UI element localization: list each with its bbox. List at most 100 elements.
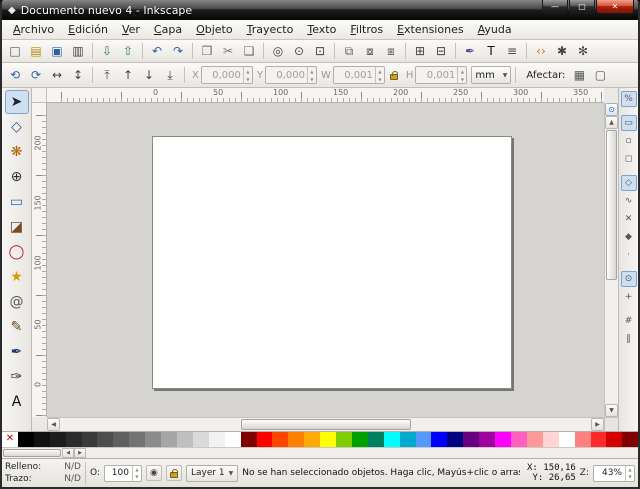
align-dialog-button[interactable]: ≡	[502, 42, 522, 61]
palette-swatch-19[interactable]	[304, 432, 320, 447]
sticky-zoom-button[interactable]: ⊙	[605, 103, 618, 116]
palette-swatch-2[interactable]	[34, 432, 50, 447]
palette-swatch-31[interactable]	[495, 432, 511, 447]
palette-swatch-38[interactable]	[606, 432, 622, 447]
menu-item-texto[interactable]: Texto	[300, 21, 343, 38]
print-document-button[interactable]: ▥	[68, 42, 88, 61]
palette-swatch-22[interactable]	[352, 432, 368, 447]
horizontal-scroll-thumb[interactable]	[241, 419, 411, 430]
palette-swatch-26[interactable]	[416, 432, 432, 447]
horizontal-scrollbar[interactable]: ◀ ▶	[47, 417, 604, 431]
raise-to-top-button[interactable]: ⤒	[97, 66, 117, 85]
menu-item-archivo[interactable]: Archivo	[6, 21, 61, 38]
document-page[interactable]	[152, 136, 512, 389]
y-input[interactable]: 0,000▲▼	[265, 66, 317, 84]
lock-dimensions-button[interactable]	[386, 66, 402, 84]
xml-editor-button[interactable]: ‹›	[531, 42, 551, 61]
preferences-button[interactable]: ✻	[573, 42, 593, 61]
box3d-tool[interactable]: ◪	[5, 215, 29, 239]
w-up-arrow[interactable]: ▲	[376, 67, 384, 75]
scale-corners-toggle-button[interactable]: ▢	[590, 66, 610, 85]
palette-swatch-11[interactable]	[177, 432, 193, 447]
palette-swatch-30[interactable]	[479, 432, 495, 447]
palette-swatch-18[interactable]	[288, 432, 304, 447]
zoom-drawing-button[interactable]: ◎	[268, 42, 288, 61]
snap-bbox-corners-button[interactable]: ◻	[621, 151, 637, 167]
menu-item-edicion[interactable]: Edición	[61, 21, 115, 38]
x-up-arrow[interactable]: ▲	[244, 67, 252, 75]
rotate-cw-button[interactable]: ⟳	[26, 66, 46, 85]
palette-swatch-29[interactable]	[463, 432, 479, 447]
close-button[interactable]: ✕	[596, 0, 634, 14]
palette-swatch-33[interactable]	[527, 432, 543, 447]
text-tool[interactable]: A	[5, 390, 29, 414]
palette-swatch-23[interactable]	[368, 432, 384, 447]
palette-swatch-20[interactable]	[320, 432, 336, 447]
zoom-down-arrow[interactable]: ▼	[626, 473, 634, 481]
opacity-down-arrow[interactable]: ▼	[133, 473, 141, 481]
import-button[interactable]: ⇩	[97, 42, 117, 61]
horizontal-scroll-track-right[interactable]	[412, 418, 592, 431]
palette-scroll-thumb[interactable]	[3, 449, 61, 457]
menu-item-capa[interactable]: Capa	[147, 21, 189, 38]
undo-button[interactable]: ↶	[147, 42, 167, 61]
palette-swatch-27[interactable]	[431, 432, 447, 447]
palette-swatch-35[interactable]	[559, 432, 575, 447]
ellipse-tool[interactable]: ◯	[5, 240, 29, 264]
scroll-right-arrow[interactable]: ▶	[591, 418, 604, 431]
palette-swatch-1[interactable]	[18, 432, 34, 447]
palette-swatch-21[interactable]	[336, 432, 352, 447]
star-tool[interactable]: ★	[5, 265, 29, 289]
pencil-tool[interactable]: ✎	[5, 315, 29, 339]
h-input[interactable]: 0,001▲▼	[415, 66, 467, 84]
vertical-scrollbar[interactable]: ⊙ ▲ ▼	[604, 103, 618, 417]
zoom-up-arrow[interactable]: ▲	[626, 466, 634, 474]
zoom-spin-arrows[interactable]: ▲ ▼	[625, 466, 634, 481]
opacity-up-arrow[interactable]: ▲	[133, 466, 141, 474]
menu-item-ver[interactable]: Ver	[115, 21, 147, 38]
h-down-arrow[interactable]: ▼	[458, 75, 466, 83]
lower-to-bottom-button[interactable]: ⤓	[160, 66, 180, 85]
palette-swatch-37[interactable]	[591, 432, 607, 447]
palette-swatch-13[interactable]	[209, 432, 225, 447]
fill-stroke-dialog-button[interactable]: ✒	[460, 42, 480, 61]
paste-button[interactable]: ❏	[239, 42, 259, 61]
snap-bounding-box-button[interactable]: ▭	[621, 115, 637, 131]
vertical-ruler[interactable]: 200150100500	[32, 103, 47, 417]
palette-swatch-28[interactable]	[447, 432, 463, 447]
x-down-arrow[interactable]: ▼	[244, 75, 252, 83]
palette-scroll-track[interactable]	[86, 448, 638, 458]
snap-grid-button[interactable]: #	[621, 313, 637, 329]
flip-vertical-button[interactable]: ↕	[68, 66, 88, 85]
snap-rotation-centers-button[interactable]: +	[621, 289, 637, 305]
selector-tool[interactable]: ➤	[5, 90, 29, 114]
x-spin-arrows[interactable]: ▲▼	[243, 67, 252, 83]
palette-swatch-8[interactable]	[129, 432, 145, 447]
menu-item-trayecto[interactable]: Trayecto	[240, 21, 301, 38]
menu-item-filtros[interactable]: Filtros	[343, 21, 390, 38]
zoom-tool[interactable]: ⊕	[5, 165, 29, 189]
maximize-button[interactable]: ▢	[569, 0, 595, 14]
palette-swatch-39[interactable]	[622, 432, 638, 447]
text-dialog-button[interactable]: T	[481, 42, 501, 61]
horizontal-scroll-track-left[interactable]	[60, 418, 240, 431]
palette-swatch-5[interactable]	[82, 432, 98, 447]
snap-bbox-edges-button[interactable]: ▫	[621, 133, 637, 149]
palette-scrollbar[interactable]: ◀ ▶	[2, 447, 638, 458]
units-selector[interactable]: mm▼	[471, 66, 511, 84]
palette-swatch-15[interactable]	[241, 432, 257, 447]
fill-value[interactable]: N/D	[64, 462, 81, 472]
palette-swatch-4[interactable]	[66, 432, 82, 447]
stroke-value[interactable]: N/D	[64, 474, 81, 484]
unlink-clone-button[interactable]: ⧆	[381, 42, 401, 61]
scroll-up-arrow[interactable]: ▲	[605, 116, 618, 129]
layer-selector[interactable]: Layer 1 ▼	[186, 465, 238, 482]
save-document-button[interactable]: ▣	[47, 42, 67, 61]
h-up-arrow[interactable]: ▲	[458, 67, 466, 75]
calligraphy-tool[interactable]: ✑	[5, 365, 29, 389]
pen-tool[interactable]: ✒	[5, 340, 29, 364]
palette-swatch-none[interactable]: ✕	[2, 432, 18, 447]
x-input[interactable]: 0,000▲▼	[201, 66, 253, 84]
palette-swatch-12[interactable]	[193, 432, 209, 447]
duplicate-button[interactable]: ⧉	[339, 42, 359, 61]
